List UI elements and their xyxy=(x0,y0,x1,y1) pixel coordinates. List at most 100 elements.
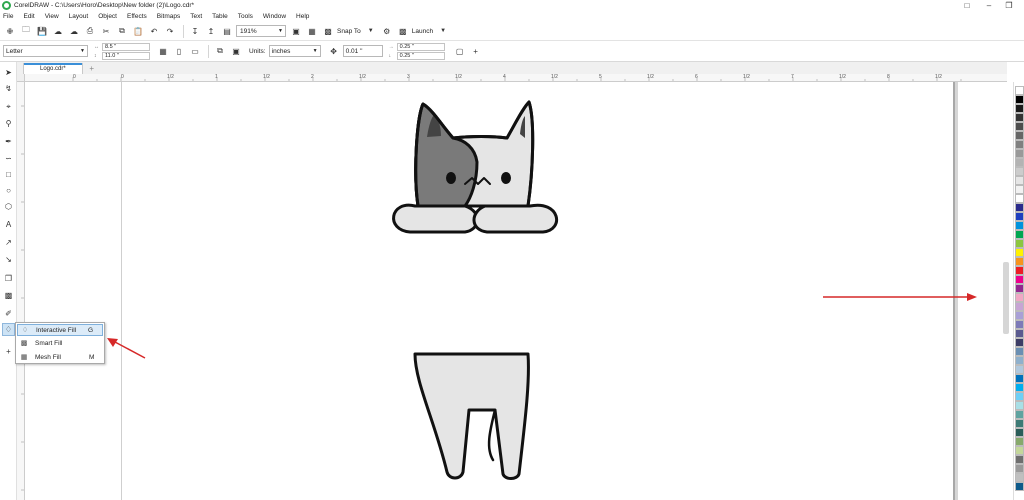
cloud-download-icon[interactable]: ☁ xyxy=(67,24,81,38)
palette-swatch[interactable] xyxy=(1015,329,1024,338)
ruler-toggle-icon[interactable]: ▦ xyxy=(305,24,319,38)
palette-swatch[interactable] xyxy=(1015,455,1024,464)
palette-swatch[interactable] xyxy=(1015,446,1024,455)
zoom-level-select[interactable]: 191% ▼ xyxy=(236,25,286,37)
open-icon[interactable]: 🗀 xyxy=(19,24,33,38)
menu-bitmaps[interactable]: Bitmaps xyxy=(157,13,180,20)
menu-effects[interactable]: Effects xyxy=(127,13,147,20)
palette-swatch[interactable] xyxy=(1015,428,1024,437)
shape-tool-icon[interactable]: ↯ xyxy=(2,82,15,95)
palette-swatch[interactable] xyxy=(1015,203,1024,212)
undo-icon[interactable]: ↶ xyxy=(147,24,161,38)
launch-button[interactable]: Launch xyxy=(412,28,433,35)
palette-swatch[interactable] xyxy=(1015,221,1024,230)
share-icon[interactable]: □ xyxy=(958,0,976,11)
duplicate-y-field[interactable]: 0.25 " xyxy=(396,51,445,60)
duplicate-x-field[interactable]: 0.25 " xyxy=(396,42,445,51)
palette-swatch[interactable] xyxy=(1015,248,1024,257)
horizontal-ruler[interactable]: 0 0 1/2 1 1/2 2 1/2 3 1/2 4 1/2 5 1/2 6 … xyxy=(25,74,1007,82)
palette-swatch[interactable] xyxy=(1015,158,1024,167)
palette-swatch[interactable] xyxy=(1015,113,1024,122)
palette-swatch[interactable] xyxy=(1015,212,1024,221)
paste-icon[interactable]: 📋 xyxy=(131,24,145,38)
palette-swatch[interactable] xyxy=(1015,131,1024,140)
menu-file[interactable]: File xyxy=(3,13,13,20)
redo-icon[interactable]: ↷ xyxy=(163,24,177,38)
page-size-select[interactable]: Letter ▼ xyxy=(3,45,88,57)
flyout-item-smart-fill[interactable]: ▩ Smart Fill xyxy=(17,337,103,349)
palette-swatch[interactable] xyxy=(1015,482,1024,491)
palette-swatch[interactable] xyxy=(1015,437,1024,446)
palette-swatch[interactable] xyxy=(1015,95,1024,104)
minimize-button[interactable]: – xyxy=(980,0,998,11)
crop-tool-icon[interactable]: ⌖ xyxy=(2,100,15,113)
menu-table[interactable]: Table xyxy=(212,13,228,20)
palette-swatch[interactable] xyxy=(1015,320,1024,329)
palette-swatch[interactable] xyxy=(1015,275,1024,284)
palette-swatch[interactable] xyxy=(1015,419,1024,428)
all-pages-icon[interactable]: ▦ xyxy=(156,44,170,58)
snap-to-icon[interactable]: ▩ xyxy=(321,24,335,38)
cloud-upload-icon[interactable]: ☁ xyxy=(51,24,65,38)
ruler-origin[interactable] xyxy=(17,74,25,82)
drop-shadow-icon[interactable]: ❐ xyxy=(2,272,15,285)
palette-swatch[interactable] xyxy=(1015,194,1024,203)
palette-swatch[interactable] xyxy=(1015,167,1024,176)
parallel-dimension-icon[interactable]: ↗ xyxy=(2,236,15,249)
palette-swatch[interactable] xyxy=(1015,149,1024,158)
new-tab-icon[interactable]: + xyxy=(87,63,97,73)
flyout-item-interactive-fill[interactable]: ♢ Interactive Fill G xyxy=(17,324,103,336)
palette-swatch[interactable] xyxy=(1015,257,1024,266)
palette-swatch[interactable] xyxy=(1015,356,1024,365)
publish-pdf-icon[interactable]: ▤ xyxy=(220,24,234,38)
add-tool-icon[interactable]: + xyxy=(2,345,15,358)
new-document-icon[interactable]: ✙ xyxy=(3,24,17,38)
flyout-item-mesh-fill[interactable]: ▦ Mesh Fill M xyxy=(17,351,103,363)
all-pages-size-icon[interactable]: ⧉ xyxy=(213,44,227,58)
zoom-tool-icon[interactable]: ⚲ xyxy=(2,117,15,130)
menu-view[interactable]: View xyxy=(45,13,59,20)
vertical-scrollbar[interactable] xyxy=(1003,262,1009,334)
palette-swatch[interactable] xyxy=(1015,347,1024,356)
palette-swatch[interactable] xyxy=(1015,338,1024,347)
interactive-fill-tool-icon[interactable]: ♢ xyxy=(2,323,15,336)
palette-swatch[interactable] xyxy=(1015,230,1024,239)
menu-object[interactable]: Object xyxy=(98,13,117,20)
palette-swatch[interactable] xyxy=(1015,104,1024,113)
chevron-down-icon[interactable]: ▼ xyxy=(436,24,450,38)
save-icon[interactable]: 💾 xyxy=(35,24,49,38)
palette-swatch[interactable] xyxy=(1015,239,1024,248)
palette-swatch[interactable] xyxy=(1015,140,1024,149)
vertical-ruler[interactable] xyxy=(17,82,25,500)
full-screen-icon[interactable]: ▣ xyxy=(289,24,303,38)
artistic-media-icon[interactable]: ∽ xyxy=(2,152,15,165)
palette-swatch[interactable] xyxy=(1015,365,1024,374)
drawing-canvas[interactable] xyxy=(25,82,1007,500)
units-select[interactable]: inches ▼ xyxy=(268,45,321,57)
menu-tools[interactable]: Tools xyxy=(238,13,253,20)
polygon-tool-icon[interactable]: ⬡ xyxy=(2,200,15,213)
rectangle-tool-icon[interactable]: □ xyxy=(2,168,15,181)
page-height-field[interactable]: 11.0 " xyxy=(102,51,150,60)
current-page-icon[interactable]: ▣ xyxy=(229,44,243,58)
palette-swatch[interactable] xyxy=(1015,410,1024,419)
pick-tool-icon[interactable]: ➤ xyxy=(2,66,15,79)
palette-swatch[interactable] xyxy=(1015,383,1024,392)
palette-swatch[interactable] xyxy=(1015,293,1024,302)
cut-icon[interactable]: ✂ xyxy=(99,24,113,38)
text-tool-icon[interactable]: A xyxy=(2,218,15,231)
palette-swatch[interactable] xyxy=(1015,302,1024,311)
document-tab[interactable]: Logo.cdr* xyxy=(23,63,83,74)
add-icon[interactable]: + xyxy=(469,44,483,58)
page-width-field[interactable]: 8.5 " xyxy=(102,42,150,51)
palette-swatch[interactable] xyxy=(1015,185,1024,194)
nudge-distance-field[interactable]: 0.01 " xyxy=(342,45,383,57)
copy-icon[interactable]: ⧉ xyxy=(115,24,129,38)
snap-to-button[interactable]: Snap To xyxy=(337,28,361,35)
transparency-icon[interactable]: ▩ xyxy=(2,289,15,302)
eyedropper-icon[interactable]: ✐ xyxy=(2,307,15,320)
palette-swatch[interactable] xyxy=(1015,401,1024,410)
palette-swatch[interactable] xyxy=(1015,374,1024,383)
palette-swatch[interactable] xyxy=(1015,122,1024,131)
palette-swatch[interactable] xyxy=(1015,473,1024,482)
